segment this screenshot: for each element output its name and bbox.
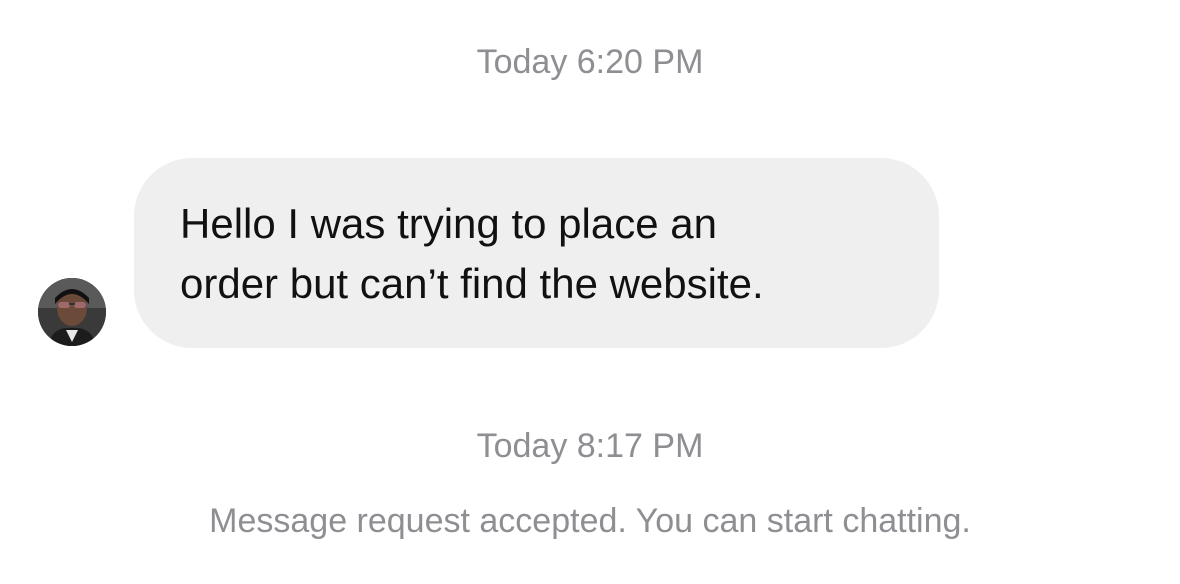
message-text-line: order but can’t find the website. bbox=[180, 260, 764, 307]
message-request-accepted-note: Message request accepted. You can start … bbox=[209, 502, 971, 540]
incoming-message-row: Hello I was trying to place an order but… bbox=[0, 158, 1180, 350]
message-timestamp: Today 8:17 PM bbox=[476, 427, 704, 465]
message-text-line: Hello I was trying to place an bbox=[180, 200, 717, 247]
sender-avatar[interactable] bbox=[38, 278, 106, 346]
avatar-photo-icon bbox=[38, 278, 106, 346]
message-timestamp: Today 6:20 PM bbox=[476, 43, 704, 81]
incoming-message-bubble[interactable]: Hello I was trying to place an order but… bbox=[134, 158, 939, 348]
